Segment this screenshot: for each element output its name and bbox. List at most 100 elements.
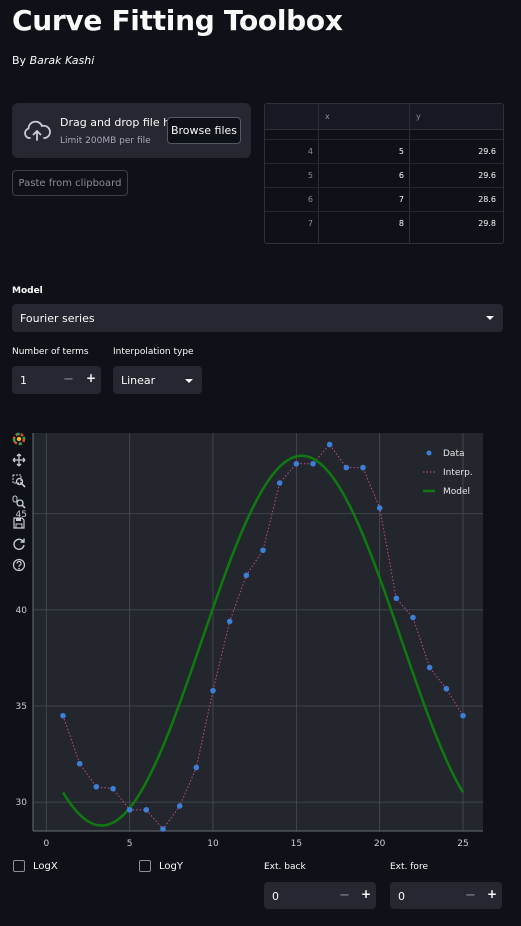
table-row[interactable]: 4 5 29.6 — [265, 139, 503, 164]
data-point — [243, 572, 250, 579]
save-icon[interactable] — [12, 516, 26, 530]
x-tick-label: 5 — [127, 839, 133, 848]
data-point — [410, 614, 416, 621]
dropzone-limit: Limit 200MB per file — [60, 136, 151, 146]
ext-back-input[interactable]: 0 − + — [264, 882, 376, 909]
author-name: Barak Kashi — [29, 54, 95, 67]
table-row[interactable]: 6 7 28.6 — [265, 187, 503, 212]
data-point — [326, 441, 333, 448]
data-point — [60, 712, 66, 719]
pan-icon[interactable] — [12, 453, 26, 467]
ext-fore-label: Ext. fore — [390, 862, 428, 872]
data-point — [443, 685, 450, 692]
data-point — [193, 764, 200, 771]
cell-x[interactable]: 7 — [319, 195, 404, 204]
decrement-button[interactable]: − — [339, 888, 350, 903]
legend-glyph-data — [426, 450, 432, 456]
ext-fore-value[interactable]: 0 — [398, 890, 405, 903]
chevron-down-icon — [486, 316, 494, 320]
cell-y[interactable]: 29.6 — [410, 147, 496, 156]
cell-y[interactable]: 29.6 — [410, 171, 496, 180]
data-point — [226, 618, 233, 625]
ext-back-value[interactable]: 0 — [272, 890, 279, 903]
data-point — [160, 826, 166, 832]
increment-button[interactable]: + — [86, 371, 96, 385]
data-point — [126, 807, 133, 813]
y-tick-label: 35 — [16, 702, 27, 712]
data-point — [376, 505, 383, 511]
decrement-button[interactable]: − — [63, 372, 74, 387]
checkbox-box[interactable] — [139, 860, 151, 872]
cell-x[interactable]: 6 — [319, 171, 404, 180]
data-point — [260, 547, 266, 554]
table-row[interactable]: 5 6 29.6 — [265, 163, 503, 188]
legend-label: Data — [443, 449, 465, 459]
number-of-terms-value[interactable]: 1 — [20, 374, 27, 387]
cell-y[interactable]: 29.8 — [410, 219, 496, 228]
plot-area — [33, 433, 483, 831]
x-tick-label: 20 — [374, 839, 386, 848]
row-index: 7 — [307, 219, 313, 228]
data-point — [426, 664, 433, 671]
chevron-down-icon — [185, 379, 193, 383]
data-point — [460, 712, 466, 719]
file-uploader-dropzone[interactable]: Drag and drop file here Limit 200MB per … — [12, 103, 251, 158]
data-point — [93, 783, 100, 790]
data-point — [76, 760, 83, 767]
data-point — [310, 460, 316, 467]
byline: By Barak Kashi — [12, 54, 94, 67]
ext-fore-input[interactable]: 0 − + — [390, 882, 502, 909]
page-title: Curve Fitting Toolbox — [12, 4, 343, 37]
paste-from-clipboard-button[interactable]: Paste from clipboard — [12, 170, 128, 196]
interpolation-type-value: Linear — [121, 374, 156, 387]
row-index: 5 — [307, 171, 313, 180]
legend-label: Interp. — [443, 468, 473, 478]
logx-checkbox[interactable]: LogX — [13, 860, 58, 872]
box-zoom-icon[interactable] — [12, 474, 26, 488]
increment-button[interactable]: + — [361, 887, 371, 901]
column-header-y[interactable]: y — [416, 112, 421, 121]
data-point — [276, 480, 283, 486]
cell-y[interactable]: 28.6 — [410, 195, 496, 204]
data-point — [293, 460, 300, 467]
x-tick-label: 25 — [457, 839, 468, 848]
reset-icon[interactable] — [12, 537, 26, 551]
data-point — [360, 464, 366, 471]
fit-chart-svg[interactable]: 0 5 10 15 20 2530354045DataInterp.Model — [12, 430, 503, 848]
data-point — [143, 807, 150, 813]
data-point — [210, 687, 216, 694]
column-header-x[interactable]: x — [325, 112, 330, 121]
data-point — [110, 785, 116, 792]
interpolation-type-label: Interpolation type — [113, 347, 194, 357]
data-point — [176, 803, 183, 809]
cell-x[interactable]: 5 — [319, 147, 404, 156]
table-header: x y — [265, 104, 503, 130]
number-of-terms-label: Number of terms — [12, 347, 89, 357]
legend-label: Model — [443, 487, 470, 497]
decrement-button[interactable]: − — [465, 888, 476, 903]
checkbox-box[interactable] — [13, 860, 25, 872]
wheel-zoom-icon[interactable] — [12, 495, 26, 509]
number-of-terms-input[interactable]: 1 − + — [12, 366, 101, 394]
data-point — [343, 464, 350, 471]
row-index: 4 — [307, 147, 313, 156]
increment-button[interactable]: + — [487, 887, 497, 901]
cell-x[interactable]: 8 — [319, 219, 404, 228]
ext-back-label: Ext. back — [264, 862, 306, 872]
model-select[interactable]: Fourier series — [12, 304, 503, 332]
x-tick-label: 15 — [291, 839, 302, 848]
logy-checkbox[interactable]: LogY — [139, 860, 183, 872]
browse-files-button[interactable]: Browse files — [167, 117, 241, 144]
y-tick-label: 40 — [16, 606, 28, 616]
data-point — [393, 595, 400, 602]
help-icon[interactable] — [12, 558, 26, 572]
y-tick-label: 30 — [16, 798, 28, 808]
data-table[interactable]: x y 4 5 29.6 5 6 29.6 6 7 28.6 7 8 29.8 — [264, 103, 504, 244]
bokeh-logo-icon[interactable] — [12, 432, 26, 446]
table-row[interactable]: 7 8 29.8 — [265, 211, 503, 236]
model-select-value: Fourier series — [20, 312, 95, 325]
interpolation-type-select[interactable]: Linear — [113, 366, 202, 394]
logx-label: LogX — [33, 860, 58, 872]
row-index: 6 — [307, 195, 313, 204]
fit-plot[interactable]: 0 5 10 15 20 25 30 35 40 45 Data Interp. Model — [12, 430, 503, 848]
